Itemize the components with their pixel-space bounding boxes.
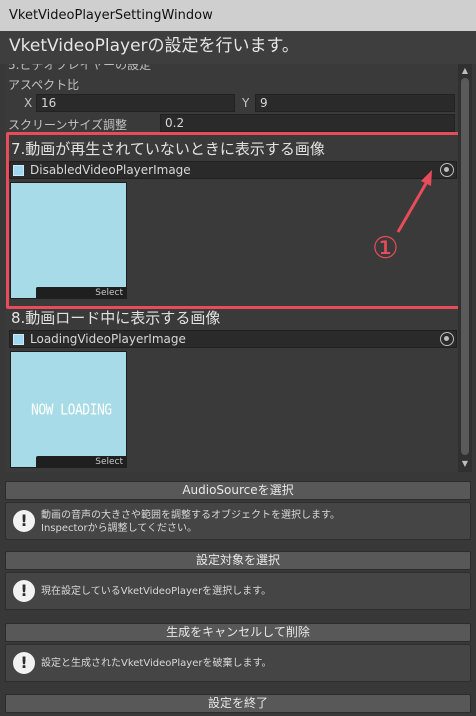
- audiosource-help-box: ! 動画の音声の大きさや範囲を調整するオブジェクトを選択します。 Inspect…: [5, 502, 471, 540]
- info-icon: !: [13, 652, 35, 674]
- cancel-help-box: ! 設定と生成されたVketVideoPlayerを破棄します。: [5, 644, 471, 682]
- select-audiosource-button[interactable]: AudioSourceを選択: [5, 481, 471, 500]
- info-icon: !: [13, 580, 35, 602]
- target-help-line1: 現在設定しているVketVideoPlayerを選択します。: [41, 586, 272, 597]
- finish-settings-button[interactable]: 設定を終了: [5, 694, 471, 713]
- annotation-number: ①: [372, 231, 399, 266]
- audiosource-help-line2: Inspectorから調整してください。: [41, 523, 198, 534]
- info-icon: !: [13, 510, 35, 532]
- cancel-help-line1: 設定と生成されたVketVideoPlayerを破棄します。: [41, 658, 272, 669]
- cancel-and-delete-button[interactable]: 生成をキャンセルして削除: [5, 623, 471, 642]
- target-help-box: ! 現在設定しているVketVideoPlayerを選択します。: [5, 572, 471, 610]
- select-target-button[interactable]: 設定対象を選択: [5, 551, 471, 570]
- audiosource-help-line1: 動画の音声の大きさや範囲を調整するオブジェクトを選択します。: [41, 510, 340, 521]
